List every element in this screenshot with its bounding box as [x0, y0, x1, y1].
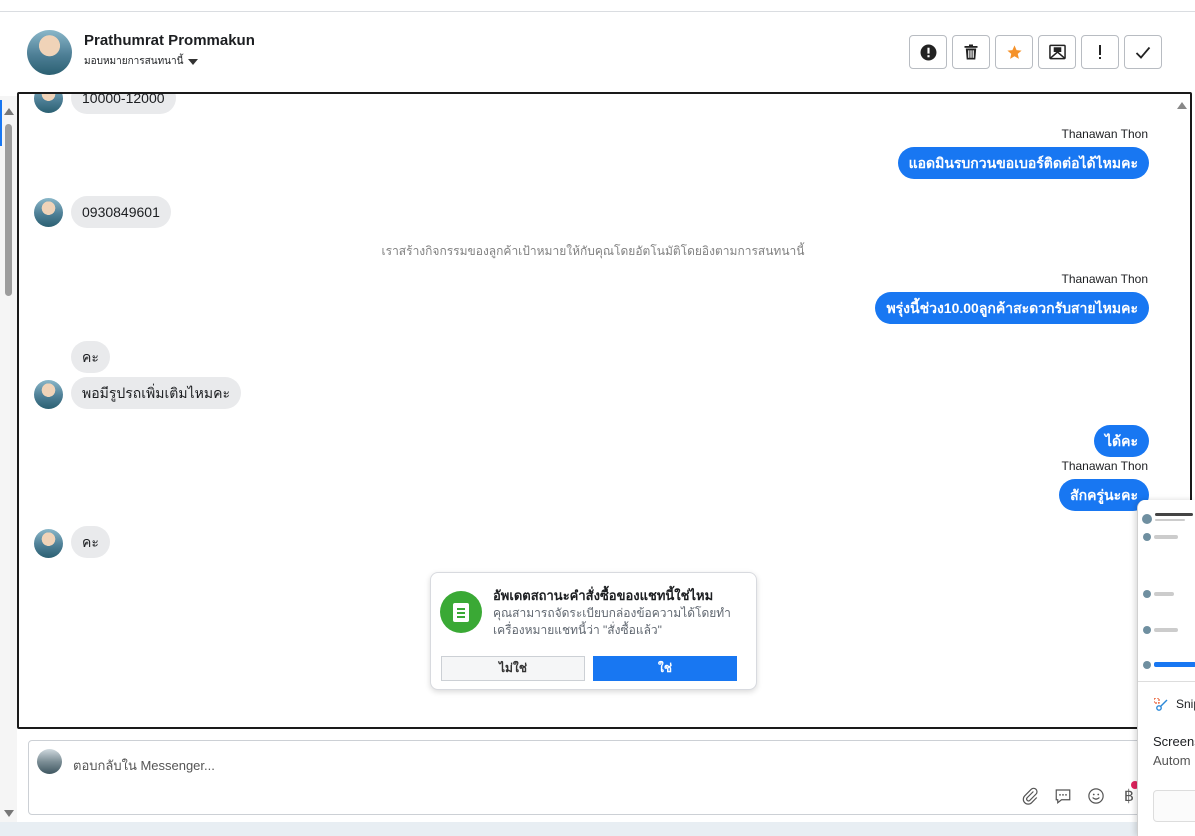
- incoming-message[interactable]: 0930849601: [71, 196, 171, 228]
- notification-title: Screens: [1153, 734, 1195, 749]
- incoming-message[interactable]: คะ: [71, 341, 110, 373]
- no-button[interactable]: ไม่ใช่: [441, 656, 585, 681]
- delete-button[interactable]: [952, 35, 990, 69]
- sender-avatar[interactable]: [34, 529, 63, 558]
- sender-name: Thanawan Thon: [1061, 459, 1148, 473]
- reply-input[interactable]: ตอบกลับใน Messenger...: [73, 755, 215, 776]
- notification-action-button[interactable]: [1153, 790, 1195, 822]
- emoji-icon[interactable]: [1085, 785, 1107, 807]
- sender-name: Thanawan Thon: [1061, 272, 1148, 286]
- scroll-up-arrow-icon[interactable]: [4, 108, 14, 115]
- conversation-toolbar: [909, 35, 1162, 69]
- screenshot-thumbnail[interactable]: [1138, 500, 1195, 682]
- receipt-icon: [440, 591, 482, 633]
- sender-avatar[interactable]: [34, 198, 63, 227]
- assign-conversation-dropdown[interactable]: มอบหมายการสนทนานี้: [84, 54, 199, 69]
- snipping-tool-notification[interactable]: Snip Screens Autom: [1137, 500, 1195, 836]
- star-icon: [1006, 44, 1022, 59]
- order-status-prompt: อัพเดตสถานะคำสั่งซื้อของแชทนี้ใช่ไหม คุณ…: [430, 572, 757, 690]
- scroll-down-arrow-icon[interactable]: [4, 810, 14, 817]
- contact-avatar[interactable]: [27, 30, 72, 75]
- yes-button[interactable]: ใช่: [593, 656, 737, 681]
- contact-name[interactable]: Prathumrat Prommakun: [84, 32, 255, 49]
- outgoing-message[interactable]: สักครู่นะคะ: [1059, 479, 1149, 511]
- saved-reply-icon[interactable]: [1052, 785, 1074, 807]
- taskbar-edge: [0, 822, 1195, 836]
- spam-button[interactable]: [909, 35, 947, 69]
- snipping-tool-name: Snip: [1176, 697, 1195, 711]
- messenger-inbox-window: Prathumrat Prommakun มอบหมายการสนทนานี้: [0, 0, 1195, 836]
- scroll-thumb[interactable]: [5, 124, 12, 296]
- page-avatar: [37, 749, 62, 774]
- conversation-header: Prathumrat Prommakun มอบหมายการสนทนานี้: [17, 12, 1195, 92]
- incoming-message[interactable]: คะ: [71, 526, 110, 558]
- incoming-message[interactable]: 10000-12000: [71, 94, 176, 114]
- check-icon: [1135, 46, 1151, 59]
- message-thread[interactable]: 10000-12000 Thanawan Thon แอดมินรบกวนขอเ…: [17, 92, 1192, 729]
- mark-important-button[interactable]: [1081, 35, 1119, 69]
- envelope-icon: [1048, 44, 1066, 60]
- thread-scroll-up-icon[interactable]: [1177, 102, 1187, 109]
- notification-subtitle: Autom: [1153, 753, 1191, 768]
- sender-avatar[interactable]: [34, 380, 63, 409]
- star-button[interactable]: [995, 35, 1033, 69]
- outgoing-message[interactable]: ได้คะ: [1093, 425, 1149, 457]
- system-notice: เราสร้างกิจกรรมของลูกค้าเป้าหมายให้กับคุ…: [381, 244, 805, 258]
- sender-name: Thanawan Thon: [1061, 127, 1148, 141]
- chevron-down-icon: [188, 58, 199, 65]
- exclamation-icon: [1099, 45, 1101, 59]
- incoming-message[interactable]: พอมีรูปรถเพิ่มเติมไหมคะ: [71, 377, 241, 409]
- trash-icon: [964, 44, 978, 60]
- left-selection-accent: [0, 100, 2, 146]
- outgoing-message[interactable]: พรุ่งนี้ช่วง10.00ลูกค้าสะดวกรับสายไหมคะ: [875, 292, 1149, 324]
- snipping-tool-icon: [1154, 698, 1168, 711]
- sender-avatar[interactable]: [34, 94, 63, 113]
- paperclip-icon[interactable]: [1019, 785, 1041, 807]
- assign-conversation-label: มอบหมายการสนทนานี้: [84, 56, 184, 67]
- mark-done-button[interactable]: [1124, 35, 1162, 69]
- exclamation-circle-icon: [920, 44, 936, 60]
- prompt-description: คุณสามารถจัดระเบียบกล่องข้อความได้โดยทำเ…: [493, 606, 731, 637]
- composer-actions: ฿: [1019, 785, 1140, 807]
- outgoing-message[interactable]: แอดมินรบกวนขอเบอร์ติดต่อได้ไหมคะ: [897, 147, 1149, 179]
- reply-composer[interactable]: ตอบกลับใน Messenger... ฿: [28, 740, 1180, 815]
- prompt-title: อัพเดตสถานะคำสั่งซื้อของแชทนี้ใช่ไหม: [493, 588, 714, 603]
- mark-unread-button[interactable]: [1038, 35, 1076, 69]
